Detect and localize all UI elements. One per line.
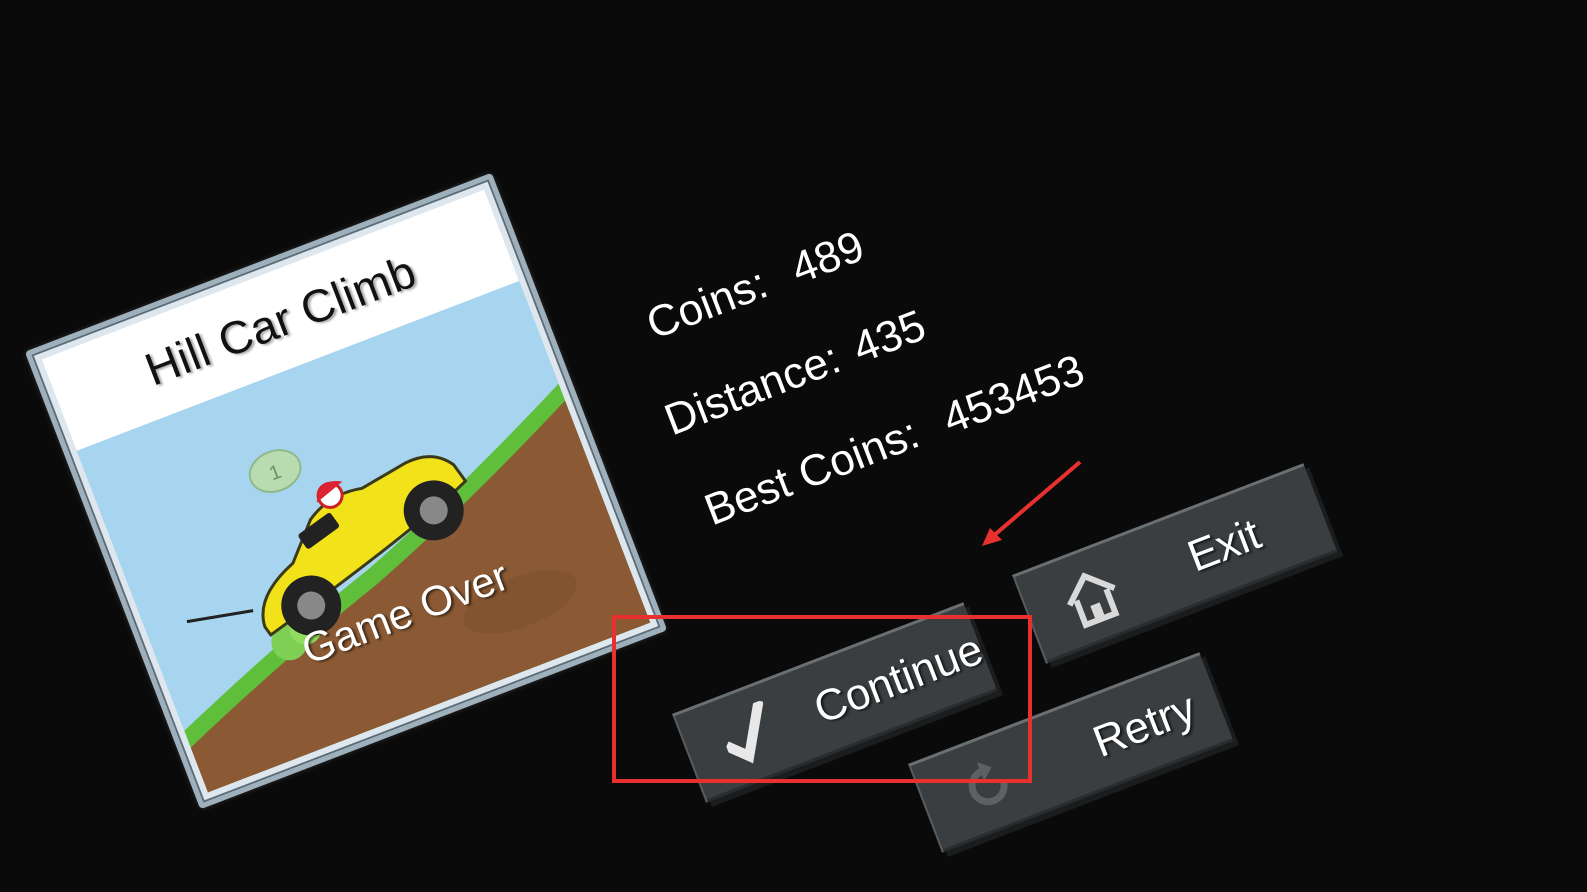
exit-button[interactable]: Exit (1012, 463, 1338, 664)
exit-label: Exit (1181, 509, 1268, 582)
retry-label: Retry (1086, 683, 1203, 767)
coins-value: 489 (784, 221, 871, 294)
card-frame: Hill Car Climb 1 Game Over (41, 189, 651, 793)
distance-value: 435 (846, 300, 933, 373)
best-coins-label: Best Coins: (698, 408, 926, 536)
continue-label: Continue (807, 624, 990, 734)
home-icon (1047, 552, 1137, 642)
coins-label: Coins: (640, 258, 775, 350)
best-coins-value: 453453 (936, 345, 1091, 444)
game-over-card: Hill Car Climb 1 Game Over (24, 172, 668, 810)
distance-label: Distance: (658, 333, 847, 446)
retry-icon (943, 741, 1033, 831)
checkmark-icon (707, 693, 792, 781)
